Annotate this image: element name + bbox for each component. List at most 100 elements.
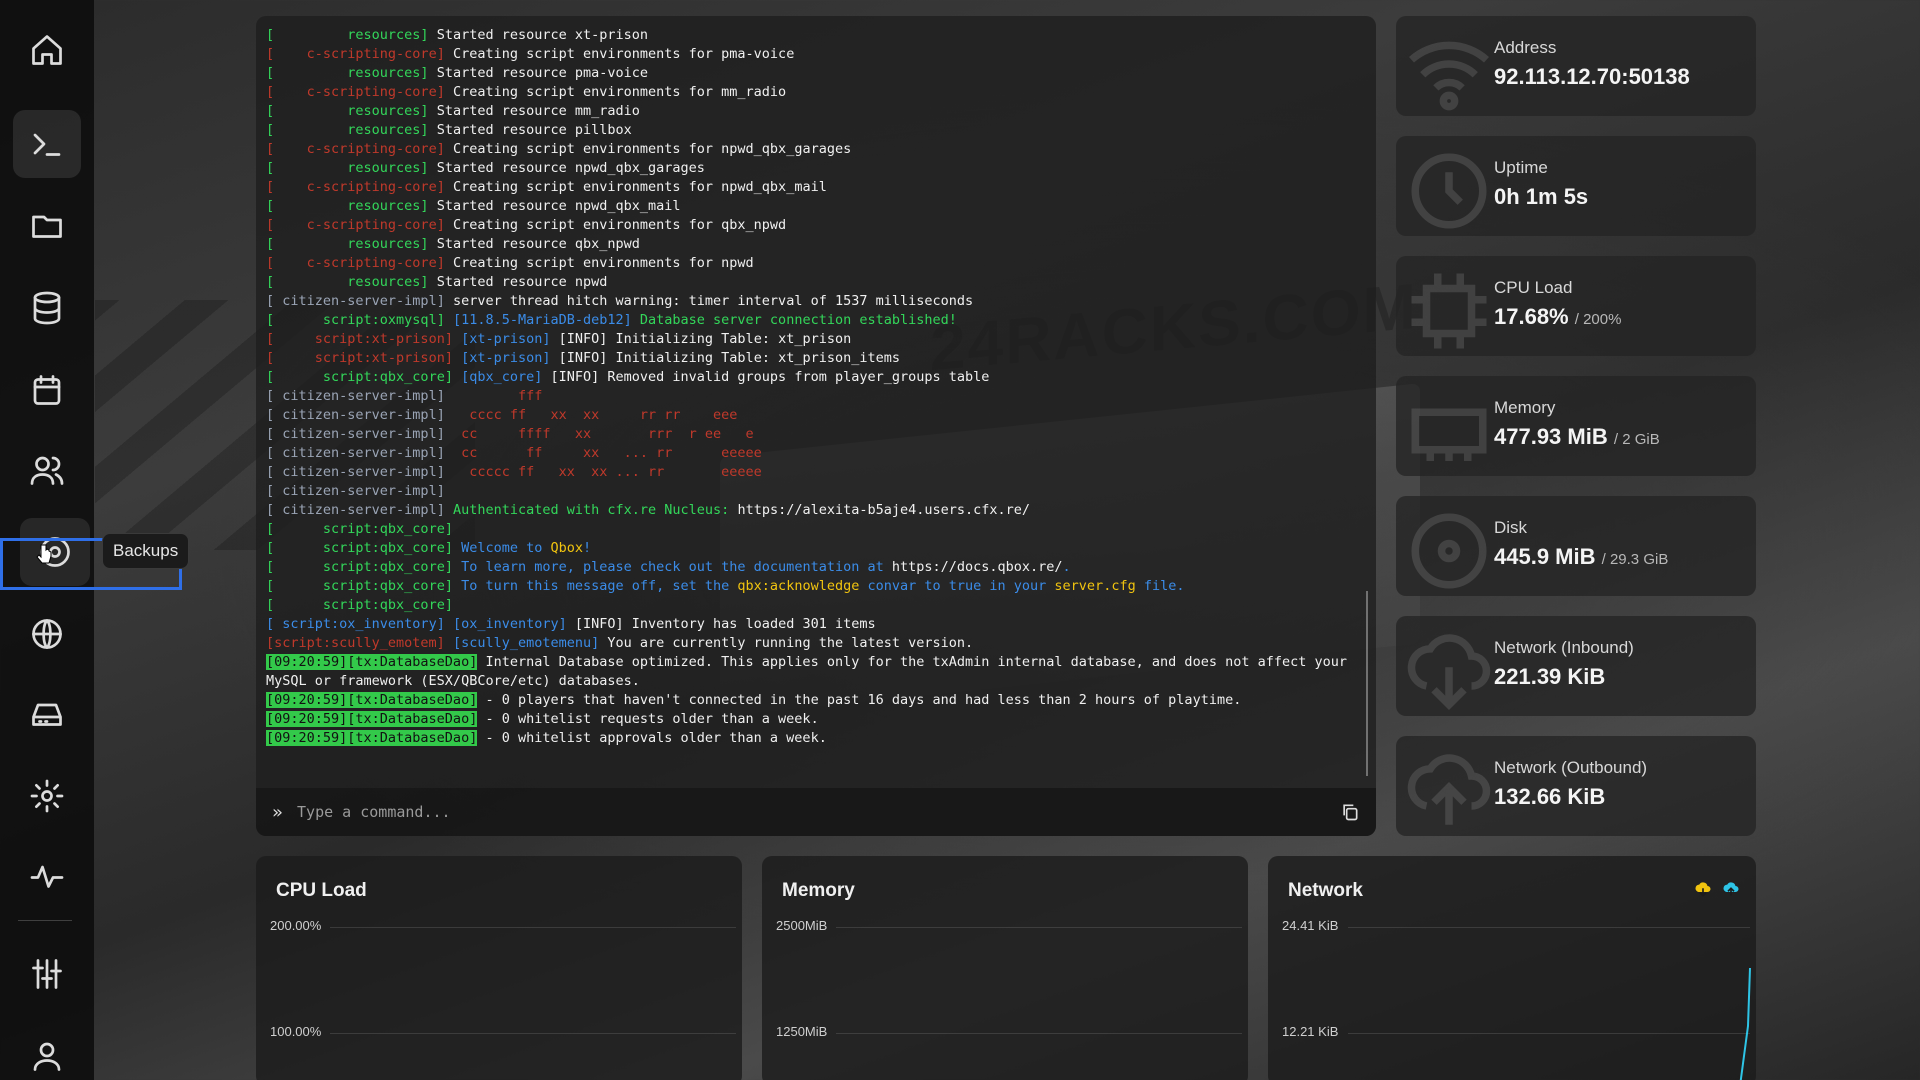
console-segment: [	[266, 388, 283, 404]
console-segment: [xt-prison]	[461, 350, 559, 366]
console-segment: citizen-server-impl]	[282, 293, 453, 309]
console-segment: [ox_inventory]	[452, 616, 575, 632]
console-line: [ citizen-server-impl] cc ff xx ... rr e…	[266, 444, 1360, 463]
sidebar-item-files[interactable]	[13, 192, 81, 260]
stat-main-value: 132.66 KiB	[1494, 784, 1606, 809]
console-segment: resources]	[282, 65, 437, 81]
clock-icon	[1411, 153, 1487, 229]
console-segment: c-scripting-core]	[282, 141, 453, 157]
stat-value: 221.39 KiB	[1494, 664, 1605, 690]
stat-value: 445.9 MiB / 29.3 GiB	[1494, 544, 1668, 570]
console-segment: Database server connection established!	[639, 312, 957, 328]
cloud-download-icon	[1407, 634, 1491, 711]
sidebar-item-account[interactable]	[13, 1022, 81, 1080]
console-segment: Welcome to	[461, 540, 551, 556]
cpu-chart-tick-top: 200.00%	[270, 918, 322, 933]
sidebar-item-console[interactable]	[13, 110, 81, 178]
stat-value: 17.68% / 200%	[1494, 304, 1621, 330]
console-segment: [	[266, 331, 283, 347]
console-segment: c-scripting-core]	[282, 217, 453, 233]
console-panel: [ resources] Started resource xt-prison[…	[256, 16, 1376, 836]
memory-chart-gridline	[836, 1033, 1242, 1034]
console-segment: Creating script environments for qbx_npw…	[452, 217, 787, 233]
console-segment: Authenticated with cfx.re Nucleus:	[452, 502, 738, 518]
console-segment: file.	[1135, 578, 1185, 594]
console-segment: [	[266, 540, 283, 556]
console-segment: [	[266, 559, 283, 575]
console-segment: script:qbx_core]	[282, 369, 462, 385]
console-segment: !	[583, 540, 592, 556]
sidebar-item-schedules[interactable]	[13, 356, 81, 424]
console-line: [ citizen-server-impl] ccccc ff xx xx ..…	[266, 463, 1360, 482]
console-line: [ script:xt-prison] [xt-prison] [INFO] I…	[266, 349, 1360, 368]
sidebar-item-admin[interactable]	[13, 940, 81, 1008]
stat-card-address: Address 92.113.12.70:50138	[1396, 16, 1756, 116]
console-segment: [	[266, 426, 283, 442]
console-segment: To learn more, please check out the docu…	[461, 559, 892, 575]
console-segment: [	[266, 483, 283, 499]
console-segment: [scully_emotemenu]	[452, 635, 608, 651]
console-segment: c-scripting-core]	[282, 255, 453, 271]
console-segment: [	[266, 236, 283, 252]
stat-label: Network (Outbound)	[1494, 758, 1648, 777]
console-segment: Started resource npwd_qbx_mail	[436, 198, 681, 214]
console-segment: script:qbx_core]	[282, 521, 462, 537]
console-segment: [	[266, 369, 283, 385]
console-segment: fff	[452, 388, 543, 404]
console-segment: [	[266, 198, 283, 214]
console-segment: [	[266, 122, 283, 138]
sidebar-item-network[interactable]	[13, 600, 81, 668]
users-icon	[30, 456, 64, 485]
console-segment: - 0 whitelist requests older than a week…	[477, 711, 819, 727]
console-line: [ c-scripting-core] Creating script envi…	[266, 216, 1360, 235]
network-outbound-line	[1739, 967, 1751, 1080]
console-line: [ citizen-server-impl]	[266, 482, 1360, 501]
hard-drive-icon	[32, 703, 62, 726]
console-line: [ c-scripting-core] Creating script envi…	[266, 254, 1360, 273]
home-icon	[32, 35, 62, 65]
sidebar-item-users[interactable]	[13, 436, 81, 504]
console-segment: [	[266, 312, 283, 328]
console-segment: script:qbx_core]	[282, 559, 462, 575]
console-line: [ resources] Started resource npwd	[266, 273, 1360, 292]
console-segment: Started resource npwd_qbx_garages	[436, 160, 705, 176]
console-segment: citizen-server-impl]	[282, 426, 453, 442]
cpu-chart-title: CPU Load	[276, 880, 367, 901]
command-input[interactable]	[297, 803, 1278, 821]
console-segment: - 0 whitelist approvals older than a wee…	[477, 730, 827, 746]
sidebar-item-home[interactable]	[13, 16, 81, 84]
sidebar-item-databases[interactable]	[13, 274, 81, 342]
console-line: [ citizen-server-impl] server thread hit…	[266, 292, 1360, 311]
copy-icon[interactable]	[1340, 802, 1360, 822]
console-segment: [	[266, 84, 283, 100]
calendar-icon	[33, 375, 61, 405]
console-segment: https://docs.qbox.re/	[891, 559, 1063, 575]
console-segment: script:qbx_core]	[282, 578, 462, 594]
console-segment: [	[266, 65, 283, 81]
console-segment: [	[266, 141, 283, 157]
stat-main-value: 445.9 MiB	[1494, 544, 1596, 569]
stat-card-network-outbound: Network (Outbound) 132.66 KiB	[1396, 736, 1756, 836]
sidebar-item-startup[interactable]	[13, 680, 81, 748]
console-scrollbar[interactable]	[1366, 591, 1368, 776]
console-segment: Started resource pillbox	[436, 122, 632, 138]
stat-main-value: 477.93 MiB	[1494, 424, 1608, 449]
console-segment: server thread hitch warning: timer inter…	[452, 293, 974, 309]
console-segment: resources]	[282, 122, 437, 138]
wifi-icon	[1409, 41, 1489, 111]
sidebar-item-settings[interactable]	[13, 762, 81, 830]
disk-icon	[1411, 513, 1487, 589]
console-segment: [	[266, 407, 283, 423]
console-segment: [	[266, 27, 283, 43]
console-segment: citizen-server-impl]	[282, 502, 453, 518]
sidebar-item-activity[interactable]	[13, 842, 81, 910]
sidebar-divider	[18, 920, 72, 921]
command-bar: »	[256, 788, 1376, 836]
console-line: [ citizen-server-impl] cccc ff xx xx rr …	[266, 406, 1360, 425]
console-segment: [	[266, 274, 283, 290]
console-segment: Started resource npwd	[436, 274, 608, 290]
console-segment: Creating script environments for mm_radi…	[452, 84, 787, 100]
console-line: [ script:qbx_core] [qbx_core] [INFO] Rem…	[266, 368, 1360, 387]
console-line: [09:20:59][tx:DatabaseDao] Internal Data…	[266, 653, 1360, 691]
console-segment: [	[266, 445, 283, 461]
